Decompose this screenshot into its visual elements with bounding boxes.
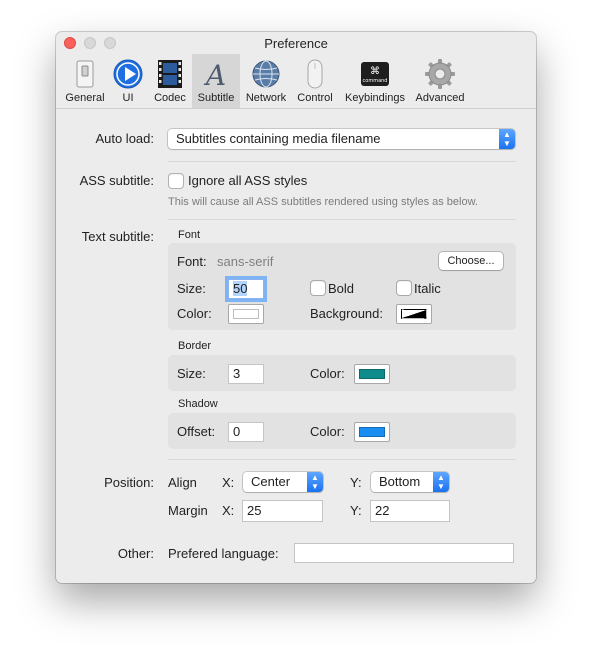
chevron-updown-icon: ▲ ▼ <box>499 129 515 149</box>
mouse-icon <box>307 59 323 89</box>
margin-x-input[interactable]: 25 <box>242 500 323 522</box>
align-x-select[interactable]: Center ▲ ▼ <box>243 472 323 492</box>
switch-icon <box>76 60 94 88</box>
toolbar-label: UI <box>122 92 134 104</box>
shadow-group: Offset: 0 Color: <box>168 413 516 449</box>
toolbar-item-general[interactable]: General <box>62 54 108 108</box>
margin-y-input[interactable]: 22 <box>370 500 450 522</box>
play-icon <box>113 59 143 89</box>
toolbar-label: Keybindings <box>345 92 405 104</box>
subtitle-preferences-pane: Auto load: Subtitles containing media fi… <box>56 109 536 583</box>
toolbar-label: Network <box>245 92 287 104</box>
border-color-well[interactable] <box>354 364 390 384</box>
toolbar-label: Control <box>297 92 333 104</box>
title-bar: Preference <box>56 32 536 54</box>
font-color-label: Color: <box>177 306 212 321</box>
gear-icon <box>425 59 455 89</box>
text-subtitle-label: Text subtitle: <box>81 229 154 244</box>
toolbar-item-codec[interactable]: Codec <box>148 54 192 108</box>
font-label: Font: <box>177 254 207 269</box>
margin-label: Margin <box>168 503 208 518</box>
align-x-label: X: <box>222 475 235 490</box>
toolbar-item-subtitle[interactable]: A Subtitle <box>192 54 240 108</box>
shadow-color-well[interactable] <box>354 422 390 442</box>
border-size-input[interactable]: 3 <box>228 364 264 384</box>
font-section-title: Font <box>178 229 201 241</box>
auto-load-value: Subtitles containing media filename <box>176 131 381 146</box>
chevron-updown-icon: ▲ ▼ <box>433 472 449 492</box>
border-color-label: Color: <box>310 366 345 381</box>
auto-load-select[interactable]: Subtitles containing media filename ▲ ▼ <box>168 129 515 149</box>
preference-window: Preference General UI Codec A Subtitle N… <box>56 32 536 583</box>
background-color-swatch <box>401 309 427 319</box>
preferred-language-label: Prefered language: <box>168 546 279 561</box>
svg-text:⌘: ⌘ <box>370 66 380 77</box>
background-color-label: Background: <box>310 306 383 321</box>
border-size-label: Size: <box>177 366 206 381</box>
shadow-offset-input[interactable]: 0 <box>228 422 264 442</box>
align-label: Align <box>168 475 197 490</box>
command-key-icon: ⌘ command <box>361 62 389 86</box>
film-icon <box>158 60 182 88</box>
shadow-offset-label: Offset: <box>177 424 216 439</box>
align-y-value: Bottom <box>379 474 421 489</box>
shadow-color-swatch <box>359 427 385 437</box>
font-size-label: Size: <box>177 281 206 296</box>
toolbar-item-advanced[interactable]: Advanced <box>412 54 468 108</box>
shadow-color-label: Color: <box>310 424 345 439</box>
preferred-language-input[interactable] <box>294 543 514 563</box>
border-color-swatch <box>359 369 385 379</box>
font-color-well[interactable] <box>228 304 264 324</box>
letter-a-icon: A <box>203 59 226 90</box>
svg-text:A: A <box>203 59 226 90</box>
font-group: Font: sans-serif Choose... Size: 50 Bold… <box>168 243 516 330</box>
globe-icon <box>252 60 280 88</box>
ass-subtitle-label: ASS subtitle: <box>79 173 154 188</box>
bold-label: Bold <box>328 281 355 296</box>
window-title: Preference <box>264 36 328 51</box>
auto-load-label: Auto load: <box>95 131 154 146</box>
bold-checkbox[interactable] <box>311 281 325 295</box>
background-color-well[interactable] <box>396 304 432 324</box>
margin-y-label: Y: <box>350 503 362 518</box>
other-label: Other: <box>117 546 154 561</box>
choose-font-button[interactable]: Choose... <box>439 252 503 270</box>
toolbar-item-ui[interactable]: UI <box>113 54 143 108</box>
italic-label: Italic <box>414 281 441 296</box>
ignore-ass-styles-checkbox[interactable] <box>169 174 183 188</box>
toolbar-item-network[interactable]: Network <box>243 54 289 108</box>
toolbar-label: Advanced <box>415 92 465 104</box>
toolbar-item-control[interactable]: Control <box>292 54 338 108</box>
svg-text:command: command <box>363 78 388 84</box>
border-group: Size: 3 Color: <box>168 355 516 391</box>
divider <box>168 459 516 460</box>
ignore-ass-styles-label: Ignore all ASS styles <box>188 173 308 188</box>
toolbar-label: Codec <box>154 92 186 104</box>
align-x-value: Center <box>251 474 291 489</box>
border-section-title: Border <box>178 340 212 352</box>
font-size-input[interactable]: 50 <box>228 279 264 299</box>
font-color-swatch <box>233 309 259 319</box>
toolbar-item-keybindings[interactable]: ⌘ command Keybindings <box>342 54 408 108</box>
italic-checkbox[interactable] <box>397 281 411 295</box>
font-value: sans-serif <box>217 254 274 269</box>
preferences-toolbar: General UI Codec A Subtitle Network Cont… <box>56 54 536 109</box>
divider <box>168 161 516 162</box>
toolbar-label: General <box>65 92 105 104</box>
align-y-label: Y: <box>350 475 362 490</box>
chevron-updown-icon: ▲ ▼ <box>307 472 323 492</box>
divider <box>168 219 516 220</box>
position-label: Position: <box>104 475 154 490</box>
align-y-select[interactable]: Bottom ▲ ▼ <box>371 472 449 492</box>
margin-x-label: X: <box>222 503 235 518</box>
shadow-section-title: Shadow <box>178 398 218 410</box>
toolbar-label: Subtitle <box>197 92 235 104</box>
ass-hint-text: This will cause all ASS subtitles render… <box>168 196 478 208</box>
